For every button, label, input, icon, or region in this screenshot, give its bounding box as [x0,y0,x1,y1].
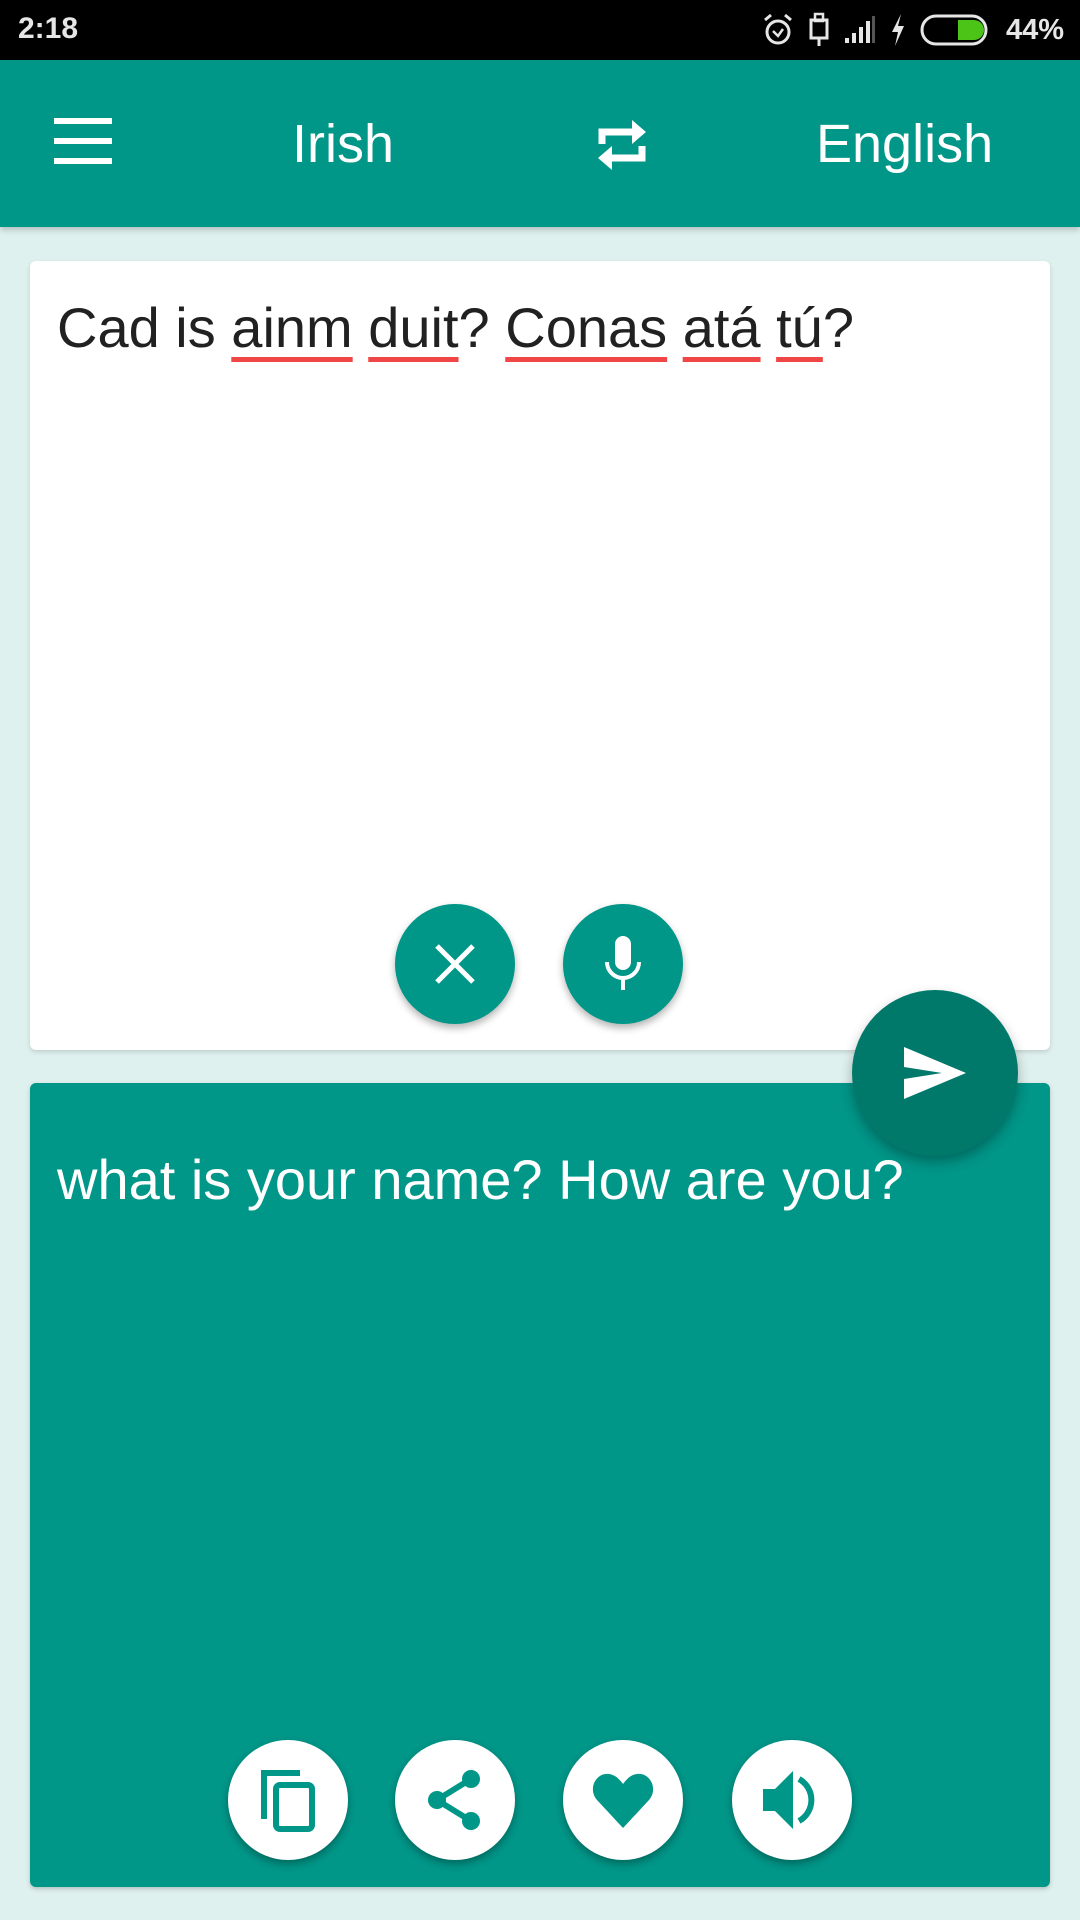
source-language-selector[interactable]: Irish [292,112,394,176]
alarm-icon [763,13,792,45]
speak-button[interactable] [732,1740,852,1860]
share-button[interactable] [395,1740,515,1860]
copy-button[interactable] [228,1740,348,1860]
status-time: 2:18 [18,12,79,45]
copy-icon [261,1770,315,1832]
microphone-icon [605,936,641,990]
output-card: what is your name? How are you? [30,1083,1050,1887]
target-language-selector[interactable]: English [816,112,993,176]
source-text-segment: ? [458,296,506,359]
source-text-segment: Cad is [57,296,232,359]
translate-button[interactable] [852,990,1018,1156]
source-text-segment [353,296,369,359]
misspelled-word[interactable]: Conas [505,296,667,359]
app-toolbar: Irish English [0,60,1080,227]
charging-icon [891,14,904,46]
input-card: Cad is ainm duit? Conas atá tú? [30,261,1050,1050]
battery-percent: 44% [1005,13,1064,46]
source-text-segment [667,296,683,359]
misspelled-word[interactable]: ainm [231,296,352,359]
misspelled-word[interactable]: tú [776,296,823,359]
voice-input-button[interactable] [563,904,683,1024]
signal-icon [844,16,875,43]
battery-icon [920,14,988,46]
close-icon [435,944,475,984]
status-icons: 44% [762,10,1064,50]
share-icon [428,1770,480,1830]
misspelled-word[interactable]: atá [683,296,761,359]
heart-icon [592,1773,654,1828]
speaker-icon [763,1771,815,1829]
send-icon [904,1047,966,1099]
favorite-button[interactable] [563,1740,683,1860]
menu-icon[interactable] [54,118,112,164]
translated-text: what is your name? How are you? [57,1148,904,1211]
misspelled-word[interactable]: duit [368,296,458,359]
source-text-input[interactable]: Cad is ainm duit? Conas atá tú? [57,293,1023,363]
usb-icon [809,12,829,46]
status-bar: 2:18 44% [0,0,1080,60]
swap-icon[interactable] [594,114,650,176]
clear-button[interactable] [395,904,515,1024]
source-text-segment: ? [822,296,854,359]
source-text-segment [761,296,777,359]
